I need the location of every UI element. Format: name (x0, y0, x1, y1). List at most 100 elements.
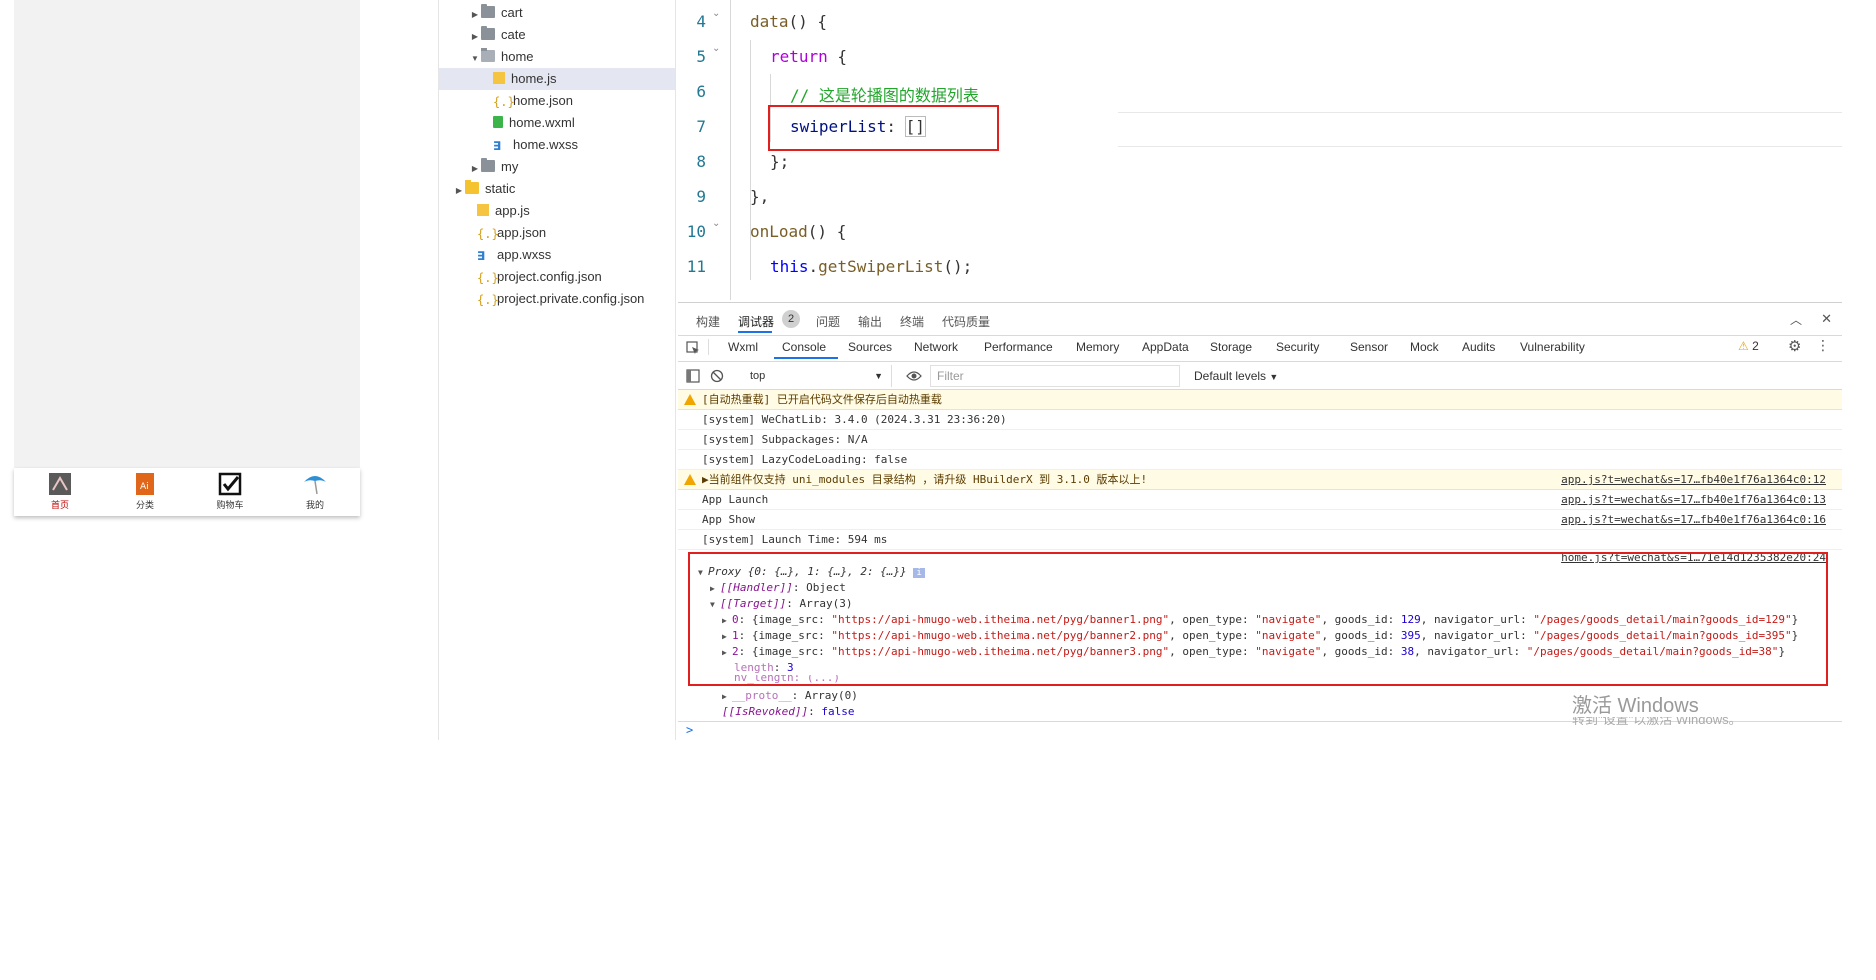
tree-item-label: home (501, 49, 534, 64)
panel-tab-wxml[interactable]: Wxml (728, 340, 758, 354)
tab-build[interactable]: 构建 (696, 313, 720, 330)
home-tab-icon (49, 473, 71, 495)
tree-item-home-wxml[interactable]: home.wxml (493, 112, 575, 134)
code-token: () { (788, 12, 828, 31)
collapsed-arrow-icon: ▶ (471, 164, 479, 173)
console-text: [system] Launch Time: 594 ms (702, 533, 888, 546)
warning-icon (684, 474, 696, 485)
tree-item-static[interactable]: ▶ static (453, 178, 515, 200)
panel-tab-security[interactable]: Security (1276, 340, 1319, 354)
collapsed-arrow-icon: ▶ (722, 692, 727, 701)
console-text: [system] WeChatLib: 3.4.0 (2024.3.31 23:… (702, 413, 1007, 426)
tab-terminal[interactable]: 终端 (900, 313, 924, 330)
tab-debugger[interactable]: 调试器 (738, 313, 774, 330)
console-line: App Launch app.js?t=wechat&s=17…fb40e1f76… (678, 490, 1842, 510)
tab-home[interactable]: 首页 (30, 472, 90, 516)
tree-item-project-config[interactable]: {.}project.config.json (477, 266, 602, 288)
source-link[interactable]: app.js?t=wechat&s=17…fb40e1f76a1364c0:16 (1561, 510, 1826, 530)
clear-console-icon[interactable] (710, 369, 724, 383)
panel-tab-sensor[interactable]: Sensor (1350, 340, 1388, 354)
code-line: // 这是轮播图的数据列表 (790, 82, 979, 106)
panel-tab-mock[interactable]: Mock (1410, 340, 1439, 354)
code-token: }; (770, 152, 790, 171)
tab-output[interactable]: 输出 (858, 313, 882, 330)
folder-icon (465, 180, 479, 194)
warning-count: 2 (1752, 339, 1759, 353)
code-token: () { (807, 222, 847, 241)
panel-tab-memory[interactable]: Memory (1076, 340, 1119, 354)
context-select[interactable]: top ▼ (742, 365, 892, 387)
levels-select[interactable]: Default levels ▼ (1194, 369, 1278, 383)
fold-chevron-icon[interactable]: ⌄ (712, 8, 720, 19)
tree-item-project-private-config[interactable]: {.}project.private.config.json (477, 288, 644, 310)
tab-cart[interactable]: 购物车 (200, 472, 260, 516)
inspect-icon[interactable] (686, 341, 700, 355)
tree-item-home-js[interactable]: home.js (439, 68, 675, 90)
panel-tab-appdata[interactable]: AppData (1142, 340, 1189, 354)
console-text: [system] Subpackages: N/A (702, 433, 868, 446)
json-file-icon: {.} (493, 95, 515, 109)
tab-category[interactable]: Ai 分类 (115, 472, 175, 516)
tab-issues[interactable]: 问题 (816, 313, 840, 330)
console-text: App Show (702, 513, 755, 526)
code-line: return { (770, 47, 847, 66)
tree-item-home[interactable]: ▼ home (469, 46, 534, 68)
proto-value: : Array(0) (791, 689, 858, 702)
eye-icon[interactable] (906, 370, 922, 382)
folder-icon (481, 4, 495, 18)
panel-tab-console[interactable]: Console (782, 340, 826, 354)
levels-value: Default levels (1194, 369, 1267, 383)
gear-icon[interactable]: ⚙ (1788, 337, 1801, 355)
tree-item-app-js[interactable]: app.js (477, 200, 530, 222)
proto-row[interactable]: ▶ __proto__: Array(0) (722, 688, 858, 704)
svg-text:Ai: Ai (140, 482, 149, 492)
tree-item-cate[interactable]: ▶ cate (469, 24, 526, 46)
collapsed-arrow-icon: ▶ (471, 32, 479, 41)
panel-tab-audits[interactable]: Audits (1462, 340, 1495, 354)
tab-home-label: 首页 (50, 501, 69, 511)
tab-mine[interactable]: 我的 (285, 472, 345, 516)
panel-tab-storage[interactable]: Storage (1210, 340, 1252, 354)
panel-tab-vulnerability[interactable]: Vulnerability (1520, 340, 1585, 354)
collapse-up-icon[interactable]: ︿ (1790, 311, 1802, 328)
panel-tab-network[interactable]: Network (914, 340, 958, 354)
fold-chevron-icon[interactable]: ⌄ (712, 43, 720, 54)
tree-item-home-wxss[interactable]: ∃ home.wxss (493, 134, 578, 156)
console-text: App Launch (702, 493, 769, 506)
revoked-value: false (821, 705, 855, 718)
tree-item-app-json[interactable]: {.}app.json (477, 222, 546, 244)
divider (678, 335, 1842, 336)
fold-chevron-icon[interactable]: ⌄ (712, 218, 720, 229)
line-number: 6 (696, 82, 706, 101)
tree-item-home-json[interactable]: {.}home.json (493, 90, 573, 112)
indent-guide (730, 0, 731, 300)
tree-item-label: home.js (511, 71, 557, 86)
console-line: App Show app.js?t=wechat&s=17…fb40e1f76a1… (678, 510, 1842, 530)
category-tab-icon: Ai (136, 473, 154, 495)
sidebar-toggle-icon[interactable] (686, 369, 700, 383)
code-line: }, (750, 187, 769, 206)
more-options-icon[interactable]: ⋮ (1816, 337, 1830, 354)
tree-item-label: app.wxss (497, 247, 552, 262)
tree-item-cart[interactable]: ▶ cart (469, 2, 523, 24)
warning-icon: ⚠ (1738, 339, 1749, 353)
js-file-icon (493, 72, 505, 84)
tree-item-app-wxss[interactable]: ∃ app.wxss (477, 244, 551, 266)
console-prompt[interactable]: > (686, 723, 693, 737)
tab-code-quality[interactable]: 代码质量 (942, 313, 990, 330)
collapsed-arrow-icon: ▶ (455, 186, 463, 195)
warning-counter[interactable]: ⚠ 2 (1738, 339, 1759, 353)
panel-tab-sources[interactable]: Sources (848, 340, 892, 354)
source-link[interactable]: app.js?t=wechat&s=17…fb40e1f76a1364c0:12 (1561, 470, 1826, 490)
indent-guide (750, 40, 751, 280)
source-link[interactable]: app.js?t=wechat&s=17…fb40e1f76a1364c0:13 (1561, 490, 1826, 510)
line-number: 10 (686, 222, 706, 241)
tree-item-my[interactable]: ▶ my (469, 156, 518, 178)
filter-input[interactable]: Filter (930, 365, 1180, 387)
simulator-screen (14, 0, 360, 468)
js-file-icon (477, 204, 489, 216)
revoked-row: [[IsRevoked]]: false (722, 705, 855, 718)
panel-tab-performance[interactable]: Performance (984, 340, 1053, 354)
close-icon[interactable]: ✕ (1821, 311, 1832, 327)
activation-watermark-sub: 转到"设置"以激活 Windows。 (1572, 717, 1742, 725)
